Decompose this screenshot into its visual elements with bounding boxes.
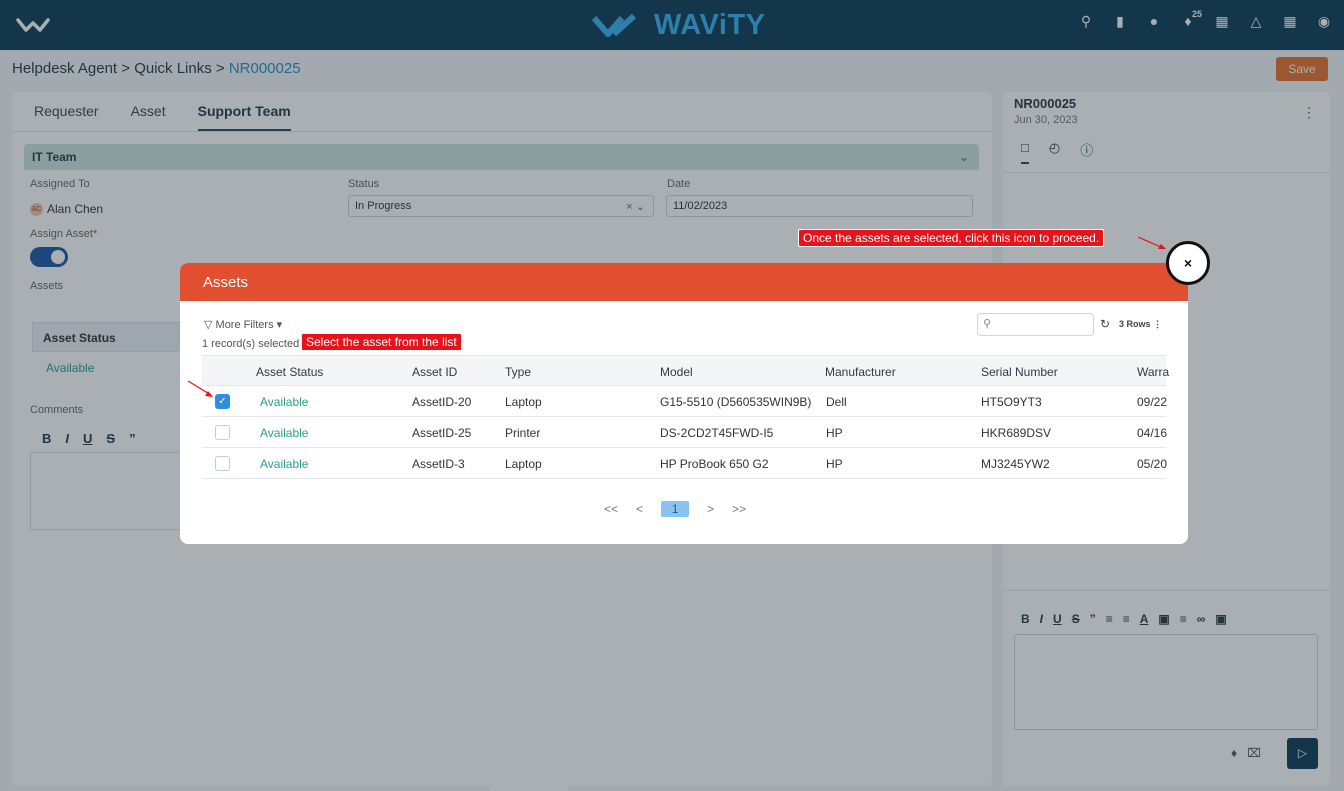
selected-count: 1 record(s) selected (202, 338, 300, 350)
cell-status: Available (260, 395, 309, 409)
col-warranty[interactable]: Warra (1137, 365, 1169, 379)
cell-manufacturer: HP (826, 457, 843, 471)
pagination: << < 1 > >> (604, 501, 746, 517)
prev-page-button[interactable]: < (636, 502, 643, 516)
col-asset-id[interactable]: Asset ID (412, 365, 457, 379)
cell-model: HP ProBook 650 G2 (660, 457, 769, 471)
next-page-button[interactable]: > (707, 502, 714, 516)
col-manufacturer[interactable]: Manufacturer (825, 365, 896, 379)
more-filters-label: More Filters (215, 319, 274, 331)
col-type[interactable]: Type (505, 365, 531, 379)
row-checkbox[interactable] (215, 425, 230, 440)
cell-asset-id: AssetID-25 (412, 426, 472, 440)
first-page-button[interactable]: << (604, 502, 618, 516)
filter-icon: ▽ (204, 319, 213, 331)
cell-serial: HT5O9YT3 (981, 395, 1042, 409)
more-filters-button[interactable]: ▽ More Filters ▾ (204, 318, 282, 331)
cell-manufacturer: HP (826, 426, 843, 440)
cell-model: G15-5510 (D560535WIN9B) (660, 395, 812, 409)
search-icon: ⚲ (983, 318, 992, 330)
search-input[interactable]: ⚲ (977, 313, 1094, 336)
cell-warranty: 09/22 (1137, 395, 1168, 409)
cell-type: Laptop (505, 395, 542, 409)
cell-status: Available (260, 457, 309, 471)
last-page-button[interactable]: >> (732, 502, 746, 516)
caret-down-icon: ▾ (276, 319, 283, 331)
close-hint-callout: Once the assets are selected, click this… (798, 229, 1105, 247)
table-row[interactable]: Available AssetID-3 Laptop HP ProBook 65… (202, 448, 1168, 479)
row-checkbox[interactable] (215, 456, 230, 471)
col-asset-status[interactable]: Asset Status (256, 365, 323, 379)
table-row[interactable]: ✓ Available AssetID-20 Laptop G15-5510 (… (202, 386, 1168, 417)
table-header: Asset Status Asset ID Type Model Manufac… (202, 355, 1169, 386)
cell-asset-id: AssetID-3 (412, 457, 465, 471)
cell-warranty: 04/16 (1137, 426, 1168, 440)
cell-serial: MJ3245YW2 (981, 457, 1050, 471)
rows-count[interactable]: 3 Rows ⋮ (1119, 319, 1162, 330)
current-page[interactable]: 1 (661, 501, 690, 517)
cell-warranty: 05/20 (1137, 457, 1168, 471)
assets-table: Asset Status Asset ID Type Model Manufac… (202, 355, 1169, 479)
modal-title: Assets (180, 263, 1188, 301)
cell-type: Printer (505, 426, 541, 440)
rows-label: 3 Rows (1119, 319, 1151, 329)
col-serial-number[interactable]: Serial Number (981, 365, 1058, 379)
col-model[interactable]: Model (660, 365, 693, 379)
cell-model: DS-2CD2T45FWD-I5 (660, 426, 774, 440)
select-hint-callout: Select the asset from the list (301, 333, 462, 351)
cell-status: Available (260, 426, 309, 440)
cell-type: Laptop (505, 457, 542, 471)
assets-modal: Assets ▽ More Filters ▾ 1 record(s) sele… (180, 263, 1188, 544)
row-checkbox[interactable]: ✓ (215, 394, 230, 409)
refresh-icon[interactable]: ↻ (1100, 317, 1110, 331)
cell-serial: HKR689DSV (981, 426, 1052, 440)
cell-manufacturer: Dell (826, 395, 847, 409)
cell-asset-id: AssetID-20 (412, 395, 472, 409)
close-modal-button[interactable]: × (1166, 241, 1210, 285)
close-icon: × (1183, 255, 1193, 271)
table-row[interactable]: Available AssetID-25 Printer DS-2CD2T45F… (202, 417, 1168, 448)
